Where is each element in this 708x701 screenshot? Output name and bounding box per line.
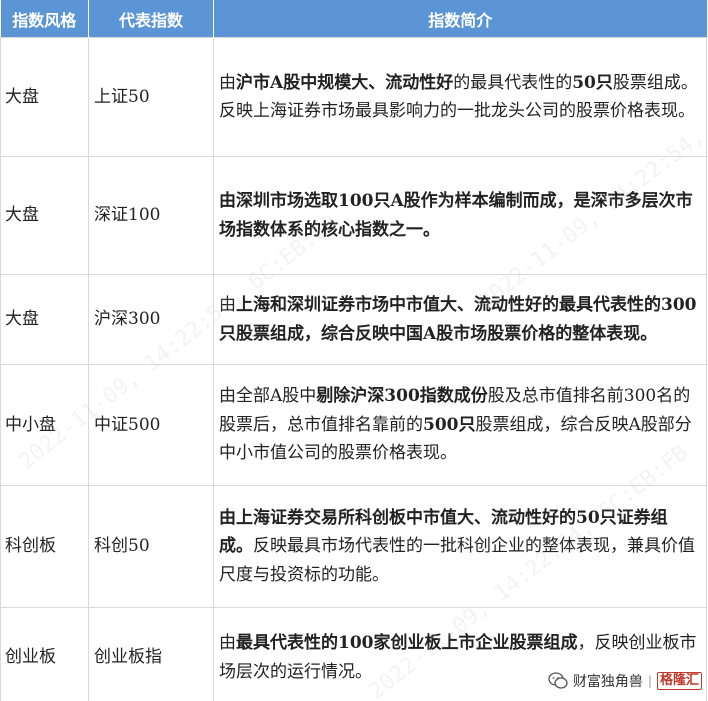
description-segment: 由 [219, 295, 236, 315]
brand-name: 财富独角兽 [572, 674, 643, 690]
description-segment: 上海和深圳证券市场中市值大、流动性好的最具代表性的300只股票组成，综合反映中国… [219, 295, 697, 344]
cell-index-style: 大盘 [0, 274, 89, 365]
table-row: 大盘 深证100 由深圳市场选取100只A股作为样本编制而成，是深市多层次市场指数体… [0, 156, 707, 275]
header-index-style: 指数风格 [0, 0, 89, 38]
cell-representative-index: 科创50 [88, 485, 214, 608]
description-segment: 最具代表性的100家创业板上市企业股票组成 [236, 633, 578, 653]
description-segment: 50只 [572, 72, 613, 93]
cell-index-style: 大盘 [0, 37, 89, 157]
site-name: 格隆汇 [656, 672, 702, 690]
cell-representative-index: 上证50 [88, 37, 214, 157]
brand-separator: | [647, 674, 652, 688]
brand-logo: 财富独角兽 | 格隆汇 [548, 671, 702, 691]
table-header-row: 指数风格 代表指数 指数简介 [0, 0, 707, 38]
table-row: 大盘 上证50 由沪市A股中规模大、流动性好的最具代表性的50只股票组成。反映上海证… [0, 37, 707, 157]
description-segment: 由全部A股中 [219, 386, 317, 407]
cell-index-description: 由上海证券交易所科创板中市值大、流动性好的50只证券组成。反映最具市场代表性的一… [213, 485, 707, 608]
description-segment: 由 [219, 633, 236, 653]
description-segment: 由深圳市场选取100只A股作为样本编制而成，是深市多层次市场指数体系的核心指数之… [219, 191, 693, 240]
description-segment: 500只 [423, 414, 476, 435]
cell-index-description: 由沪市A股中规模大、流动性好的最具代表性的50只股票组成。反映上海证券市场最具影… [213, 37, 707, 157]
cell-representative-index: 沪深300 [88, 274, 214, 365]
description-segment: 反映最具市场代表性的一批科创企业的整体表现，兼具价值尺度与投资标的功能。 [219, 536, 695, 585]
cell-index-style: 中小盘 [0, 364, 89, 486]
cell-representative-index: 深证100 [88, 156, 214, 275]
index-table: 指数风格 代表指数 指数简介 大盘 上证50 由沪市A股中规模大、流动性好的最具代表… [0, 0, 707, 701]
description-segment: 的最具代表性的 [453, 72, 573, 93]
header-index-description: 指数简介 [213, 0, 707, 38]
description-segment: 由 [219, 72, 236, 93]
table-row: 科创板 科创50 由上海证券交易所科创板中市值大、流动性好的50只证券组成。反映最具… [0, 485, 707, 608]
cell-index-style: 大盘 [0, 156, 89, 275]
cell-index-description: 由深圳市场选取100只A股作为样本编制而成，是深市多层次市场指数体系的核心指数之… [213, 156, 707, 275]
table-row: 中小盘 中证500 由全部A股中剔除沪深300指数成份股及总市值排名前300名的股票… [0, 364, 707, 486]
table-row: 大盘 沪深300 由上海和深圳证券市场中市值大、流动性好的最具代表性的300只股票组… [0, 274, 707, 365]
cell-index-style: 科创板 [0, 485, 89, 608]
cell-representative-index: 创业板指 [88, 607, 214, 701]
page: 指数风格 代表指数 指数简介 大盘 上证50 由沪市A股中规模大、流动性好的最具代表… [0, 0, 708, 701]
cell-index-description: 由上海和深圳证券市场中市值大、流动性好的最具代表性的300只股票组成，综合反映中… [213, 274, 707, 365]
cell-index-description: 由全部A股中剔除沪深300指数成份股及总市值排名前300名的股票后，总市值排名靠… [213, 364, 707, 486]
header-representative-index: 代表指数 [88, 0, 214, 38]
cell-representative-index: 中证500 [88, 364, 214, 486]
description-segment: 沪市A股中规模大、流动性好 [236, 72, 454, 93]
wechat-icon [548, 672, 568, 690]
description-segment: 剔除沪深300指数成份 [316, 386, 488, 407]
cell-index-style: 创业板 [0, 607, 89, 701]
